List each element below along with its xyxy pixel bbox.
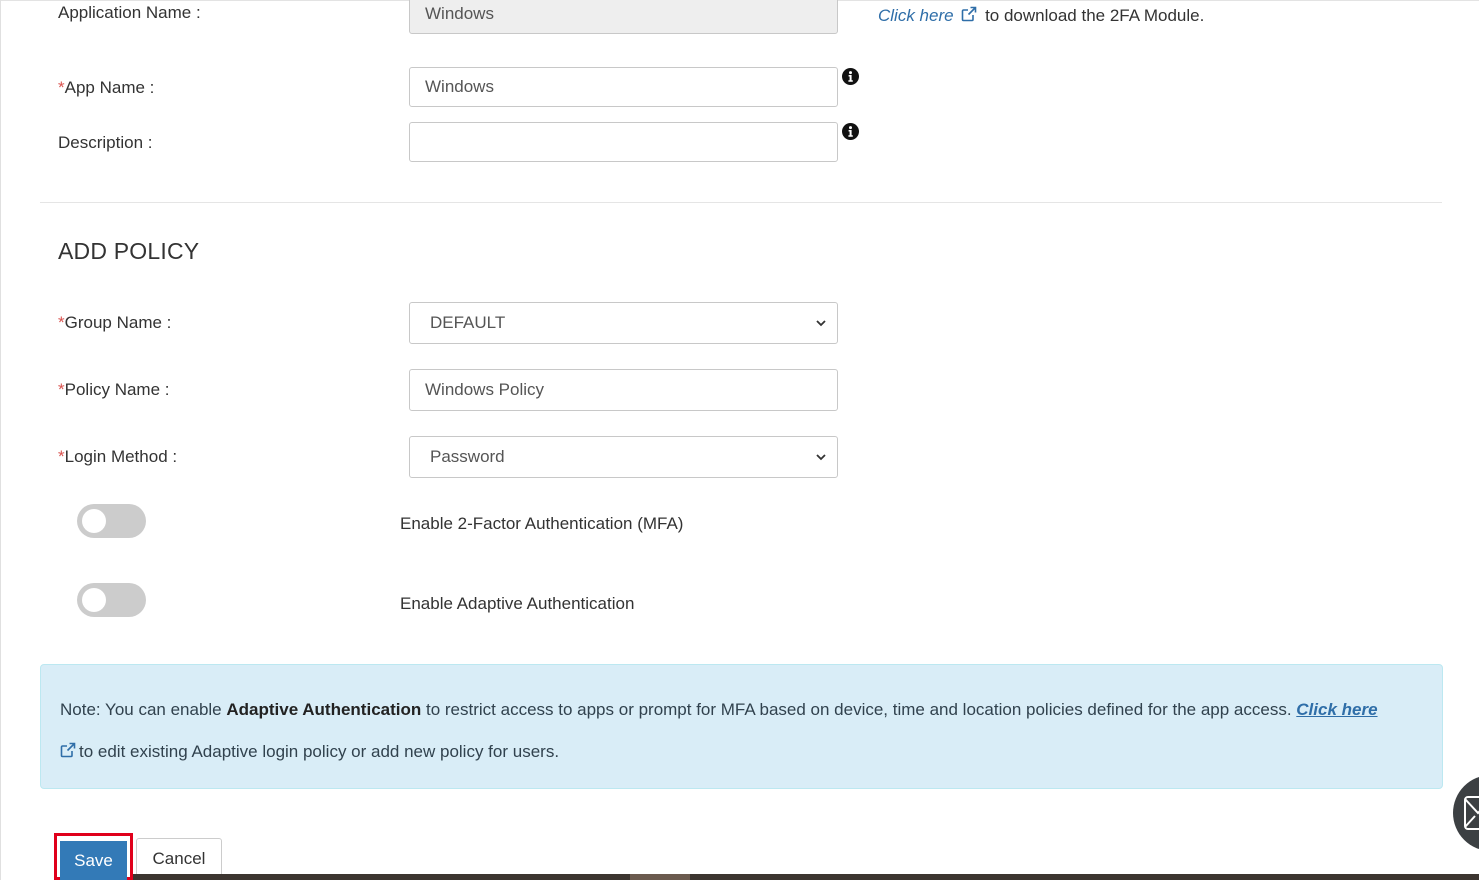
left-edge-divider	[0, 0, 1, 880]
adaptive-toggle[interactable]	[77, 583, 146, 617]
bottom-strip-highlight	[630, 874, 690, 880]
description-label: Description :	[58, 133, 153, 152]
download-2fa-link[interactable]: Click here	[878, 6, 954, 25]
envelope-icon	[1464, 796, 1479, 830]
chevron-down-icon	[816, 454, 826, 461]
note-bold: Adaptive Authentication	[226, 700, 422, 719]
app-name-input[interactable]: Windows	[409, 67, 838, 107]
external-link-icon[interactable]	[60, 742, 76, 758]
mfa-toggle-knob	[82, 509, 106, 533]
download-2fa-line: Click here to download the 2FA Module.	[878, 6, 1204, 26]
login-method-select[interactable]: Password	[409, 436, 838, 478]
info-circle-icon[interactable]	[842, 68, 859, 85]
download-2fa-suffix: to download the 2FA Module.	[985, 6, 1205, 25]
app-name-label: *App Name :	[58, 78, 155, 97]
page: Application Name : Windows Click here to…	[0, 0, 1479, 880]
application-name-label: Application Name :	[58, 3, 201, 22]
add-policy-heading: ADD POLICY	[58, 238, 200, 264]
adaptive-toggle-knob	[82, 588, 106, 612]
chevron-down-icon	[816, 320, 826, 327]
note-middle: to restrict access to apps or prompt for…	[421, 700, 1297, 719]
chat-widget-icon[interactable]	[1453, 775, 1479, 851]
save-button[interactable]: Save	[60, 841, 127, 880]
description-input[interactable]	[409, 122, 838, 162]
save-button-highlight: Save	[54, 833, 133, 880]
login-method-label: *Login Method :	[58, 447, 178, 466]
policy-name-input[interactable]: Windows Policy	[409, 369, 838, 411]
group-name-select[interactable]: DEFAULT	[409, 302, 838, 344]
adaptive-auth-note: Note: You can enable Adaptive Authentica…	[40, 664, 1443, 789]
note-suffix: to edit existing Adaptive login policy o…	[79, 742, 560, 761]
application-name-field: Windows	[409, 0, 838, 34]
bottom-background-strip	[133, 874, 1479, 880]
external-link-icon[interactable]	[961, 6, 977, 22]
adaptive-toggle-label: Enable Adaptive Authentication	[400, 594, 635, 613]
group-name-label: *Group Name :	[58, 313, 172, 332]
note-prefix: Note: You can enable	[60, 700, 227, 719]
info-circle-icon[interactable]	[842, 123, 859, 140]
section-divider	[40, 202, 1442, 203]
mfa-toggle[interactable]	[77, 504, 146, 538]
policy-name-label: *Policy Name :	[58, 380, 170, 399]
mfa-toggle-label: Enable 2-Factor Authentication (MFA)	[400, 514, 684, 533]
adaptive-policy-link[interactable]: Click here	[1296, 700, 1377, 719]
